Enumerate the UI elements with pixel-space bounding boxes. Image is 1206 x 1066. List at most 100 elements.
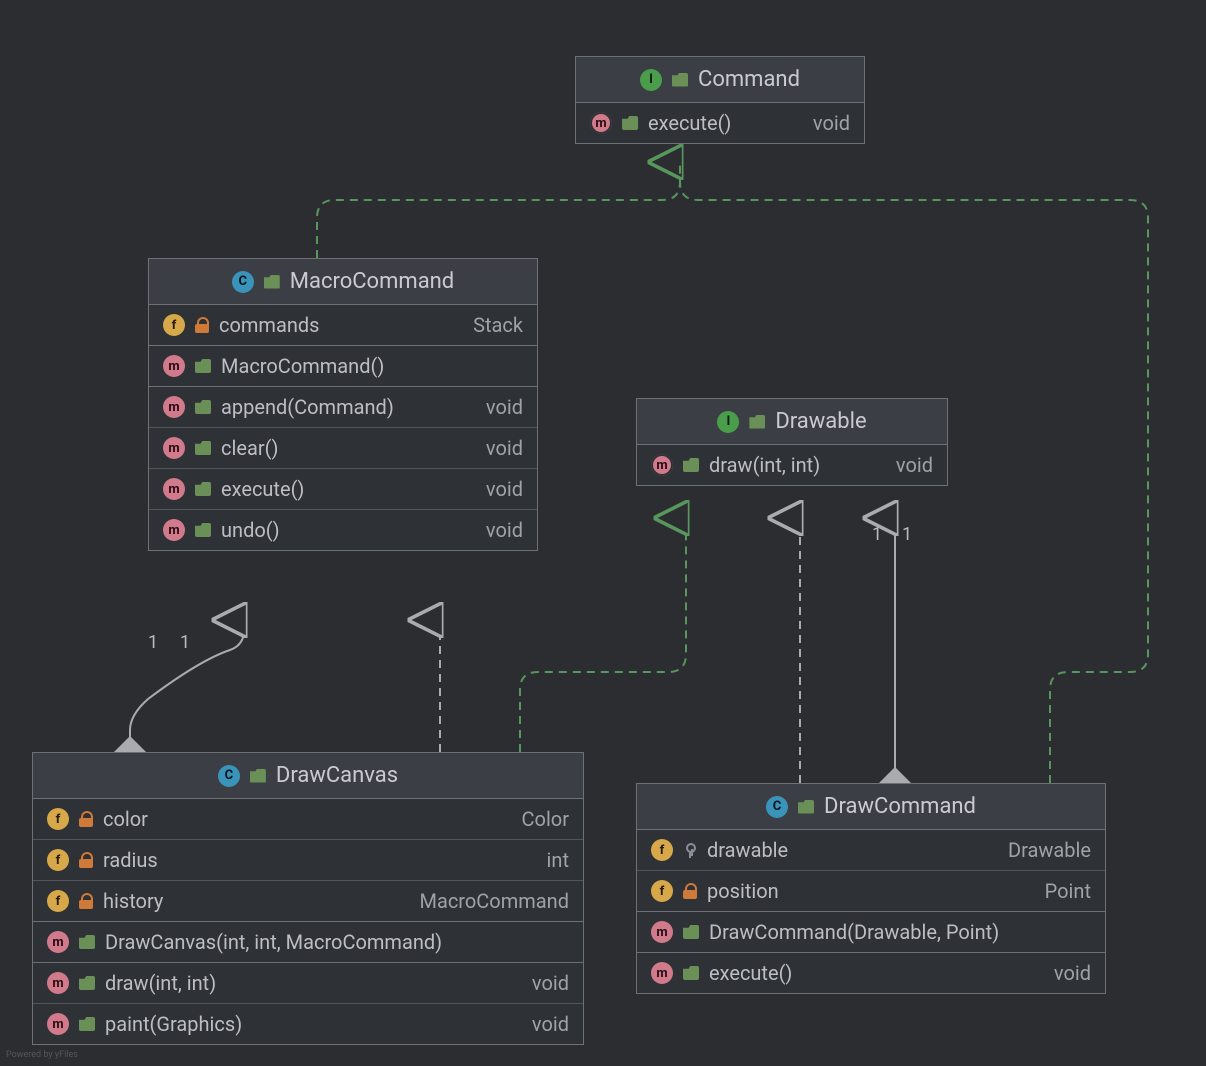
class-name: MacroCommand — [290, 269, 454, 294]
edge-macro-implements-command — [317, 162, 680, 258]
package-icon — [672, 73, 688, 87]
method-icon: m — [651, 962, 673, 984]
class-name: Drawable — [775, 409, 866, 434]
visibility-icon — [195, 441, 211, 455]
member-ret: void — [486, 518, 523, 542]
member-ret: void — [486, 477, 523, 501]
member-ret: void — [1054, 961, 1091, 985]
field-row[interactable]: f position Point — [637, 871, 1105, 912]
member-sig: execute() — [709, 961, 1044, 985]
member-sig: position — [707, 879, 1035, 903]
class-icon: C — [766, 796, 788, 818]
member-sig: paint(Graphics) — [105, 1012, 522, 1036]
ctor-row[interactable]: m DrawCommand(Drawable, Point) — [637, 912, 1105, 953]
member-ret: void — [896, 453, 933, 477]
method-icon: m — [47, 972, 69, 994]
private-icon — [683, 883, 697, 899]
class-command[interactable]: I Command m execute() void — [575, 56, 865, 144]
class-title: I Command — [576, 57, 864, 103]
field-row[interactable]: f drawable Drawable — [637, 830, 1105, 871]
field-icon: f — [47, 808, 69, 830]
member-ret: void — [532, 1012, 569, 1036]
field-row[interactable]: f commands Stack — [149, 305, 537, 346]
member-sig: commands — [219, 313, 463, 337]
class-icon: C — [232, 271, 254, 293]
class-title: C DrawCanvas — [33, 753, 583, 799]
interface-icon: I — [717, 411, 739, 433]
field-row[interactable]: f radius int — [33, 840, 583, 881]
field-icon: f — [47, 849, 69, 871]
multiplicity-label: 1 — [902, 524, 912, 545]
edge-canvas-has-macrocommand — [130, 620, 244, 752]
member-sig: clear() — [221, 436, 476, 460]
class-name: DrawCommand — [824, 794, 976, 819]
method-row[interactable]: m execute() void — [149, 469, 537, 510]
method-row[interactable]: m append(Command) void — [149, 387, 537, 428]
field-icon: f — [47, 890, 69, 912]
method-row[interactable]: m clear() void — [149, 428, 537, 469]
ctor-row[interactable]: m DrawCanvas(int, int, MacroCommand) — [33, 922, 583, 963]
visibility-icon — [195, 400, 211, 414]
package-icon — [798, 800, 814, 814]
member-sig: execute() — [221, 477, 476, 501]
private-icon — [195, 317, 209, 333]
method-row[interactable]: m undo() void — [149, 510, 537, 550]
member-row[interactable]: m draw(int, int) void — [637, 445, 947, 485]
class-name: Command — [698, 67, 800, 92]
method-icon: m — [651, 454, 673, 476]
member-ret: void — [813, 111, 850, 135]
member-ret: void — [532, 971, 569, 995]
method-row[interactable]: m draw(int, int) void — [33, 963, 583, 1004]
member-sig: undo() — [221, 518, 476, 542]
member-sig: history — [103, 889, 409, 913]
method-row[interactable]: m paint(Graphics) void — [33, 1004, 583, 1044]
package-icon — [264, 275, 280, 289]
method-icon: m — [590, 112, 612, 134]
method-icon: m — [47, 931, 69, 953]
protected-icon — [683, 842, 697, 858]
package-icon — [749, 415, 765, 429]
class-macrocommand[interactable]: C MacroCommand f commands Stack m MacroC… — [148, 258, 538, 551]
method-icon: m — [651, 921, 673, 943]
visibility-icon — [195, 482, 211, 496]
field-row[interactable]: f color Color — [33, 799, 583, 840]
member-sig: draw(int, int) — [709, 453, 886, 477]
visibility-icon — [683, 925, 699, 939]
class-icon: C — [218, 765, 240, 787]
package-icon — [250, 769, 266, 783]
member-ret: Point — [1045, 879, 1091, 903]
class-title: C MacroCommand — [149, 259, 537, 305]
class-name: DrawCanvas — [276, 763, 398, 788]
visibility-icon — [683, 966, 699, 980]
multiplicity-label: 1 — [148, 632, 158, 653]
method-icon: m — [163, 437, 185, 459]
edge-canvas-implements-drawable — [520, 518, 686, 752]
method-icon: m — [163, 478, 185, 500]
visibility-icon — [622, 116, 638, 130]
member-sig: MacroCommand() — [221, 354, 523, 378]
member-sig: draw(int, int) — [105, 971, 522, 995]
class-drawcanvas[interactable]: C DrawCanvas f color Color f radius int … — [32, 752, 584, 1045]
member-ret: Stack — [473, 313, 523, 337]
private-icon — [79, 811, 93, 827]
field-row[interactable]: f history MacroCommand — [33, 881, 583, 922]
ctor-row[interactable]: m MacroCommand() — [149, 346, 537, 387]
visibility-icon — [79, 976, 95, 990]
method-row[interactable]: m execute() void — [637, 953, 1105, 993]
class-drawcommand[interactable]: C DrawCommand f drawable Drawable f posi… — [636, 783, 1106, 994]
private-icon — [79, 852, 93, 868]
visibility-icon — [79, 935, 95, 949]
member-sig: drawable — [707, 838, 998, 862]
visibility-icon — [195, 359, 211, 373]
member-row[interactable]: m execute() void — [576, 103, 864, 143]
member-sig: append(Command) — [221, 395, 476, 419]
member-sig: radius — [103, 848, 537, 872]
member-ret: int — [547, 848, 569, 872]
class-drawable[interactable]: I Drawable m draw(int, int) void — [636, 398, 948, 486]
member-ret: void — [486, 395, 523, 419]
multiplicity-label: 1 — [180, 632, 190, 653]
class-title: I Drawable — [637, 399, 947, 445]
visibility-icon — [79, 1017, 95, 1031]
field-icon: f — [163, 314, 185, 336]
member-ret: MacroCommand — [419, 889, 569, 913]
